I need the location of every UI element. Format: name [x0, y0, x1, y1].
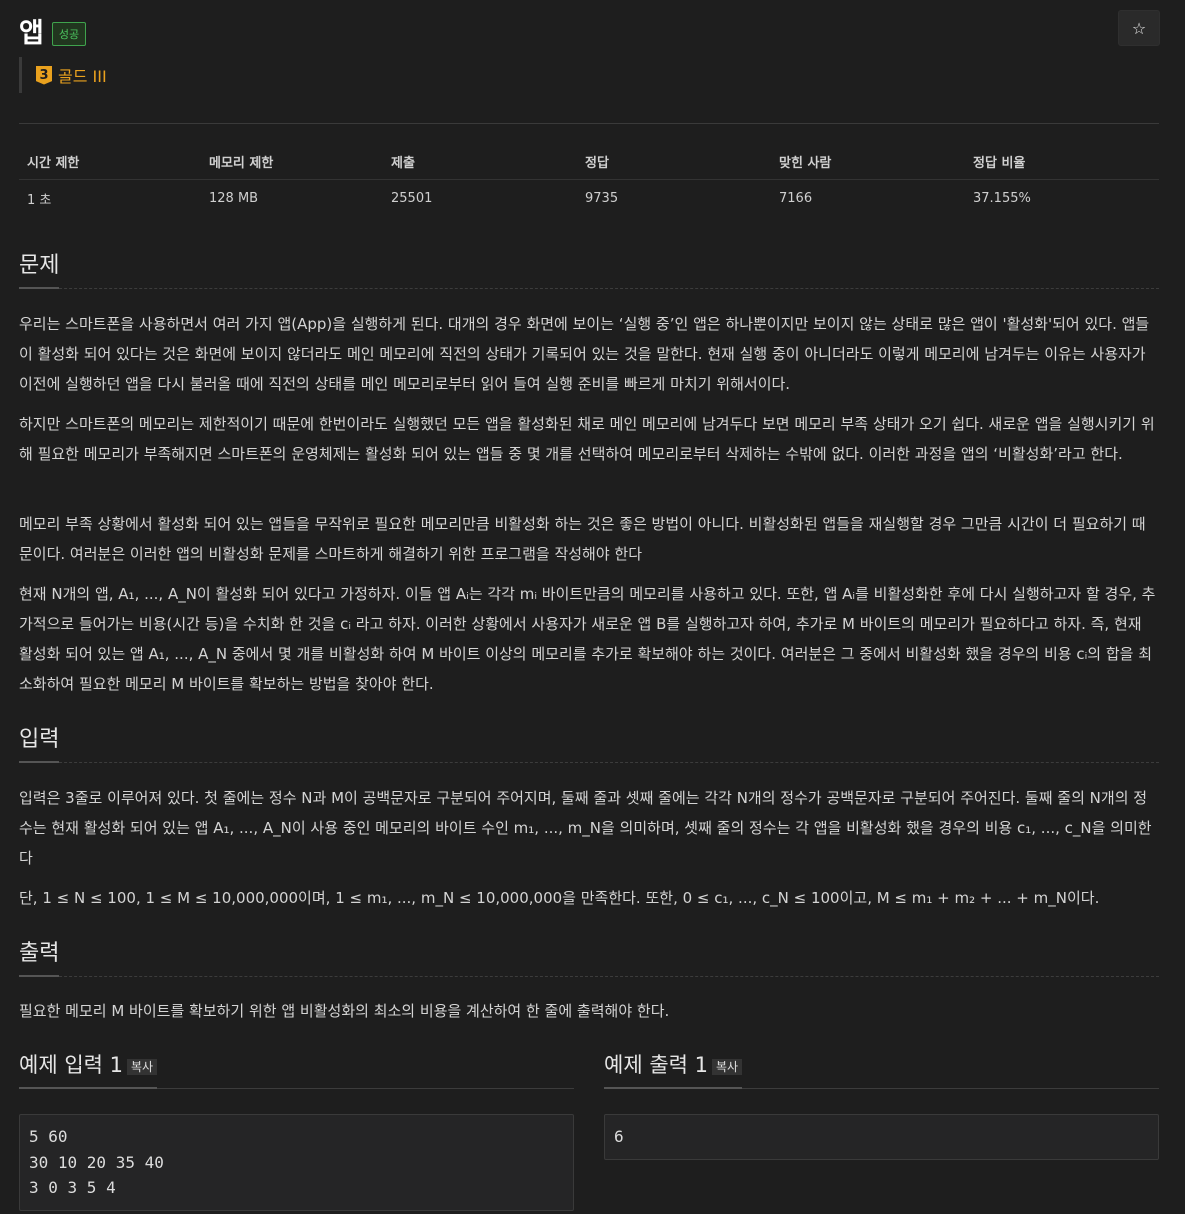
- info-header: 맞힌 사람: [771, 144, 965, 180]
- input-paragraph-1: 입력은 3줄로 이루어져 있다. 첫 줄에는 정수 N과 M이 공백문자로 구분…: [19, 789, 1152, 867]
- tier-badge-icon: 3: [36, 65, 52, 85]
- problem-paragraph-4: 현재 N개의 앱, A₁, ..., A_N이 활성화 되어 있다고 가정하자.…: [19, 585, 1156, 693]
- problem-paragraph-3: 메모리 부족 상황에서 활성화 되어 있는 앱들을 무작위로 필요한 메모리만큼…: [19, 515, 1146, 563]
- copy-button[interactable]: 복사: [712, 1058, 743, 1075]
- input-paragraph-2: 단, 1 ≤ N ≤ 100, 1 ≤ M ≤ 10,000,000이며, 1 …: [19, 889, 1100, 907]
- sample-output-block: 예제 출력 1 복사 6: [604, 1049, 1159, 1160]
- tier-box: 3 골드 III: [19, 57, 107, 93]
- tier-label: 골드 III: [58, 67, 107, 86]
- accept-ratio: 37.155%: [973, 191, 1031, 206]
- sample-input-code: 5 60 30 10 20 35 40 3 0 3 5 4: [19, 1114, 574, 1211]
- solved-users-count: 7166: [779, 191, 813, 206]
- divider: [19, 123, 1159, 124]
- info-header: 정답 비율: [965, 144, 1159, 180]
- time-limit-value: 1 초: [27, 193, 52, 208]
- memory-limit-value: 128 MB: [209, 191, 259, 206]
- section-title: 출력: [19, 935, 60, 977]
- info-header: 정답: [577, 144, 771, 180]
- problem-info-table: 시간 제한 메모리 제한 제출 정답 맞힌 사람 정답 비율 1 초 128 M…: [19, 144, 1159, 217]
- info-header-row: 시간 제한 메모리 제한 제출 정답 맞힌 사람 정답 비율: [19, 144, 1159, 180]
- section-divider: [19, 762, 1159, 763]
- info-header: 제출: [383, 144, 577, 180]
- input-section-header: 입력: [19, 721, 1159, 763]
- sample-output-code: 6: [604, 1114, 1159, 1160]
- output-paragraph: 필요한 메모리 M 바이트를 확보하기 위한 앱 비활성화의 최소의 비용을 계…: [19, 1002, 670, 1020]
- sample-output-header: 예제 출력 1 복사: [604, 1049, 743, 1089]
- info-value-row: 1 초 128 MB 25501 9735 7166 37.155%: [19, 180, 1159, 218]
- sample-input-title: 예제 입력 1: [19, 1053, 123, 1077]
- sample-input-block: 예제 입력 1 복사 5 60 30 10 20 35 40 3 0 3 5 4: [19, 1049, 574, 1211]
- section-divider: [19, 288, 1159, 289]
- status-badge: 성공: [51, 22, 87, 46]
- sample-output-title: 예제 출력 1: [604, 1053, 708, 1077]
- info-header: 시간 제한: [19, 144, 201, 180]
- problem-paragraph-2: 하지만 스마트폰의 메모리는 제한적이기 때문에 한번이라도 실행했던 모든 앱…: [19, 415, 1155, 463]
- submission-count: 25501: [391, 191, 433, 206]
- section-title: 입력: [19, 721, 60, 763]
- accepted-count: 9735: [585, 191, 619, 206]
- title-row: 앱 성공: [19, 10, 87, 50]
- problem-title: 앱: [19, 17, 44, 49]
- problem-section-header: 문제: [19, 247, 1159, 289]
- star-button[interactable]: ☆: [1118, 10, 1160, 46]
- section-title: 문제: [19, 247, 60, 289]
- output-section-header: 출력: [19, 935, 1159, 977]
- problem-paragraph-1: 우리는 스마트폰을 사용하면서 여러 가지 앱(App)을 실행하게 된다. 대…: [19, 315, 1150, 393]
- star-icon: ☆: [1131, 18, 1147, 38]
- info-header: 메모리 제한: [201, 144, 383, 180]
- copy-button[interactable]: 복사: [127, 1058, 158, 1075]
- section-divider: [19, 976, 1159, 977]
- sample-input-header: 예제 입력 1 복사: [19, 1049, 158, 1089]
